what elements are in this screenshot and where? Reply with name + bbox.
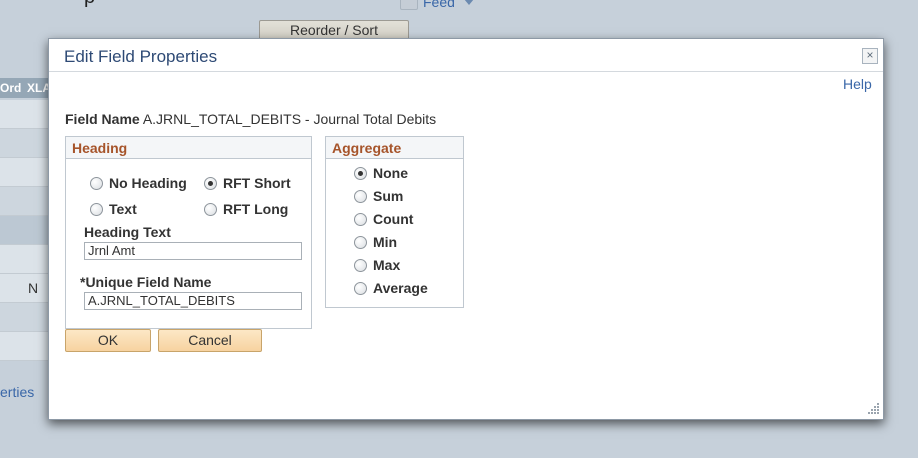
dialog-title: Edit Field Properties [64, 47, 218, 66]
table-row[interactable] [0, 332, 48, 361]
rss-icon [400, 0, 418, 10]
table-cell: N [28, 280, 39, 296]
properties-link[interactable]: erties [0, 384, 34, 400]
aggregate-group-title: Aggregate [326, 137, 463, 159]
field-name-value: A.JRNL_TOTAL_DEBITS - Journal Total Debi… [142, 111, 437, 127]
radio-text[interactable]: Text [90, 201, 137, 217]
ok-button[interactable]: OK [65, 329, 151, 352]
unique-field-name-input[interactable]: A.JRNL_TOTAL_DEBITS [84, 292, 302, 310]
heading-group: Heading No Heading RFT Short Text RFT Lo… [65, 136, 312, 329]
table-row[interactable] [0, 129, 48, 158]
table-row[interactable] [0, 100, 48, 129]
resize-grip-icon[interactable] [868, 403, 880, 415]
table-row[interactable] [0, 158, 48, 187]
radio-label: Count [373, 211, 414, 227]
column-header-ord: Ord [0, 81, 22, 95]
feed-link[interactable]: Feed [400, 0, 474, 10]
radio-min[interactable]: Min [354, 234, 397, 250]
table-row[interactable] [0, 303, 48, 332]
background-grid: Ord XLA N [0, 78, 51, 361]
field-name-label: Field Name [65, 111, 140, 127]
close-icon[interactable]: × [862, 48, 878, 64]
dialog-titlebar[interactable]: Edit Field Properties × [49, 39, 883, 72]
heading-group-title: Heading [66, 137, 311, 159]
table-row[interactable] [0, 216, 48, 245]
radio-rft-long[interactable]: RFT Long [204, 201, 288, 217]
radio-label: RFT Short [223, 175, 291, 191]
table-row[interactable] [0, 187, 48, 216]
help-link[interactable]: Help [843, 76, 872, 92]
radio-average[interactable]: Average [354, 280, 428, 296]
radio-button-icon[interactable] [354, 212, 367, 226]
radio-button-icon[interactable] [204, 202, 217, 216]
table-row[interactable] [0, 245, 48, 274]
radio-button-icon[interactable] [354, 235, 367, 249]
table-row[interactable]: N [0, 274, 48, 303]
heading-text-input[interactable]: Jrnl Amt [84, 242, 302, 260]
radio-label: Average [373, 280, 428, 296]
radio-label: None [373, 165, 408, 181]
radio-label: RFT Long [223, 201, 289, 217]
edit-field-properties-dialog: Edit Field Properties × Help Field Name … [48, 38, 884, 420]
radio-none[interactable]: None [354, 165, 408, 181]
radio-button-icon[interactable] [354, 281, 367, 295]
radio-label: Min [373, 234, 398, 250]
radio-count[interactable]: Count [354, 211, 413, 227]
radio-button-selected-icon[interactable] [204, 176, 217, 190]
radio-sum[interactable]: Sum [354, 188, 403, 204]
background-grid-header: Ord XLA [0, 78, 51, 98]
radio-label: Sum [373, 188, 404, 204]
radio-label: Max [373, 257, 401, 273]
field-name-row: Field Name A.JRNL_TOTAL_DEBITS - Journal… [65, 111, 436, 127]
heading-text-label: Heading Text [84, 224, 171, 240]
feed-label: Feed [423, 0, 455, 10]
radio-button-icon[interactable] [90, 202, 103, 216]
unique-field-name-label: *Unique Field Name [80, 274, 212, 290]
radio-button-icon[interactable] [90, 176, 103, 190]
radio-rft-short[interactable]: RFT Short [204, 175, 291, 191]
radio-no-heading[interactable]: No Heading [90, 175, 187, 191]
radio-button-selected-icon[interactable] [354, 166, 367, 180]
radio-button-icon[interactable] [354, 258, 367, 272]
radio-label: No Heading [109, 175, 187, 191]
radio-button-icon[interactable] [354, 189, 367, 203]
aggregate-group: Aggregate None Sum Count Min Max Average [325, 136, 464, 308]
chevron-down-icon [463, 0, 474, 5]
cancel-button[interactable]: Cancel [158, 329, 262, 352]
radio-max[interactable]: Max [354, 257, 400, 273]
background-title-fragment: p [84, 0, 95, 9]
radio-label: Text [109, 201, 137, 217]
